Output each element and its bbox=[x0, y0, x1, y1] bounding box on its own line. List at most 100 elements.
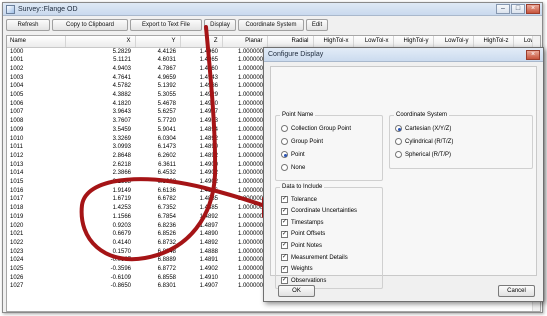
table-cell: 1.000000 bbox=[237, 170, 263, 177]
table-cell: 6.8236 bbox=[157, 222, 176, 229]
maximize-icon[interactable]: □ bbox=[511, 4, 525, 14]
check-icon[interactable]: ✓ bbox=[281, 219, 288, 227]
ok-button[interactable]: OK bbox=[278, 285, 315, 297]
radio-button[interactable] bbox=[281, 164, 288, 171]
table-cell: 3.7607 bbox=[112, 118, 131, 125]
table-cell: 3.0993 bbox=[112, 144, 131, 151]
coordinate-system-button[interactable]: Coordinate System bbox=[238, 19, 304, 31]
dialog-title-bar: Configure Display × bbox=[264, 48, 543, 62]
table-cell: 5.4678 bbox=[157, 100, 176, 107]
include-option-label: Weights bbox=[291, 266, 313, 273]
include-option[interactable]: ✓ Observations bbox=[281, 277, 326, 285]
table-cell: 1014 bbox=[10, 170, 24, 177]
check-icon[interactable]: ✓ bbox=[281, 242, 288, 250]
include-option[interactable]: ✓ Weights bbox=[281, 265, 313, 273]
data-to-include-label: Data to Include bbox=[280, 184, 325, 190]
check-icon[interactable]: ✓ bbox=[281, 207, 288, 215]
table-cell: 3.3269 bbox=[112, 135, 131, 142]
table-cell: 5.1121 bbox=[113, 57, 131, 64]
check-icon[interactable]: ✓ bbox=[281, 265, 288, 273]
export-to-text-file-button[interactable]: Export to Text File bbox=[130, 19, 202, 31]
radio-button[interactable] bbox=[281, 151, 288, 158]
table-cell: 1000 bbox=[10, 48, 24, 55]
table-cell: 1.4929 bbox=[199, 92, 218, 99]
radio-button[interactable] bbox=[281, 138, 288, 145]
configure-display-dialog: Configure Display × Point Name Collectio… bbox=[263, 47, 544, 302]
refresh-button[interactable]: Refresh bbox=[6, 19, 50, 31]
include-option-label: Measurement Details bbox=[291, 254, 348, 261]
table-cell: 1.4888 bbox=[199, 248, 218, 255]
table-cell: 6.7352 bbox=[157, 205, 176, 212]
column-header[interactable]: Z bbox=[180, 36, 223, 48]
include-option[interactable]: ✓ Timestamps bbox=[281, 219, 323, 227]
include-option[interactable]: ✓ Point Notes bbox=[281, 242, 322, 250]
column-header[interactable]: LowTol-y bbox=[433, 36, 474, 48]
point-name-option[interactable]: Collection Group Point bbox=[281, 125, 351, 132]
table-cell: 1.1566 bbox=[112, 213, 131, 220]
point-name-option[interactable]: Point bbox=[281, 151, 305, 158]
table-cell: 1027 bbox=[10, 283, 24, 290]
column-header[interactable]: LowTol-x bbox=[353, 36, 394, 48]
table-cell: 1.4902 bbox=[199, 266, 218, 273]
table-cell: 6.8301 bbox=[157, 283, 176, 290]
point-name-option[interactable]: None bbox=[281, 164, 305, 171]
coordinate-system-option[interactable]: Spherical (R/T/P) bbox=[395, 151, 451, 158]
include-option-label: Tolerance bbox=[291, 196, 318, 203]
copy-to-clipboard-button[interactable]: Copy to Clipboard bbox=[52, 19, 128, 31]
table-cell: 1.4960 bbox=[199, 65, 218, 72]
table-cell: 6.2602 bbox=[157, 152, 176, 159]
column-header[interactable]: HighTol-z bbox=[473, 36, 514, 48]
table-cell: 1.4885 bbox=[199, 205, 218, 212]
column-header[interactable]: HighTol-x bbox=[313, 36, 354, 48]
table-cell: 1.4890 bbox=[199, 231, 218, 238]
close-icon[interactable]: × bbox=[526, 4, 540, 14]
radio-button[interactable] bbox=[281, 125, 288, 132]
include-option[interactable]: ✓ Measurement Details bbox=[281, 254, 348, 261]
check-icon[interactable]: ✓ bbox=[281, 230, 288, 238]
include-option[interactable]: ✓ Tolerance bbox=[281, 196, 317, 203]
coordinate-system-option[interactable]: Cylindrical (R/T/Z) bbox=[395, 138, 453, 145]
data-to-include-group: Data to Include ✓ Tolerance ✓ Coordinate Un… bbox=[275, 184, 383, 289]
check-icon[interactable]: ✓ bbox=[281, 277, 288, 285]
table-cell: 1.4253 bbox=[112, 205, 131, 212]
app-icon bbox=[6, 4, 15, 14]
table-cell: 1018 bbox=[10, 205, 24, 212]
table-cell: 1.000000 bbox=[237, 126, 263, 133]
coordinate-system-option[interactable]: Cartesian (X/Y/Z) bbox=[395, 125, 451, 132]
table-cell: 1.4892 bbox=[199, 135, 218, 142]
column-header[interactable]: Name bbox=[7, 36, 66, 48]
radio-button[interactable] bbox=[395, 151, 402, 158]
dialog-title: Configure Display bbox=[268, 51, 324, 58]
table-cell: 1.4960 bbox=[199, 48, 218, 55]
table-cell: 1.6719 bbox=[112, 196, 131, 203]
radio-button[interactable] bbox=[395, 125, 402, 132]
point-name-option[interactable]: Group Point bbox=[281, 138, 323, 145]
close-icon[interactable]: × bbox=[526, 50, 540, 60]
table-cell: 1.4894 bbox=[199, 126, 218, 133]
table-cell: 3.5459 bbox=[112, 126, 131, 133]
display-button[interactable]: Display bbox=[204, 19, 236, 31]
cancel-button[interactable]: Cancel bbox=[498, 285, 535, 297]
include-option[interactable]: ✓ Coordinate Uncertainties bbox=[281, 207, 357, 215]
check-icon[interactable]: ✓ bbox=[281, 254, 288, 261]
minimize-icon[interactable]: – bbox=[496, 4, 510, 14]
include-option[interactable]: ✓ Point Offsets bbox=[281, 230, 325, 238]
table-cell: 1.000000 bbox=[237, 92, 263, 99]
table-cell: 1025 bbox=[10, 266, 24, 273]
column-header[interactable]: Radial bbox=[267, 36, 314, 48]
table-cell: 4.9403 bbox=[112, 65, 131, 72]
dialog-body: Point Name Collection Group Point Group P… bbox=[270, 66, 537, 289]
table-cell: 1.4920 bbox=[199, 100, 218, 107]
table-cell: 1.000000 bbox=[237, 83, 263, 90]
table-cell: -0.6109 bbox=[110, 274, 131, 281]
column-header[interactable]: Planar bbox=[222, 36, 268, 48]
check-icon[interactable]: ✓ bbox=[281, 196, 288, 203]
table-cell: 0.1570 bbox=[112, 248, 131, 255]
edit-button[interactable]: Edit bbox=[306, 19, 328, 31]
column-header[interactable]: Y bbox=[135, 36, 181, 48]
table-cell: 4.1820 bbox=[112, 100, 131, 107]
radio-button[interactable] bbox=[395, 138, 402, 145]
column-header[interactable]: X bbox=[65, 36, 136, 48]
column-header[interactable]: HighTol-y bbox=[393, 36, 434, 48]
table-cell: 5.2829 bbox=[112, 48, 131, 55]
